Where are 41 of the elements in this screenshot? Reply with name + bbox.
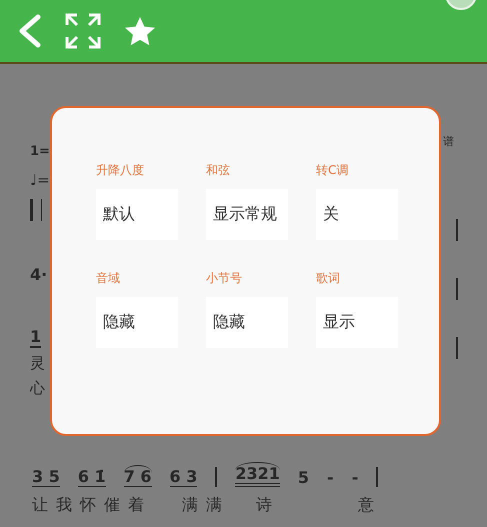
score-note: 1 [30, 328, 42, 348]
score-note: 6 3 [170, 468, 198, 487]
lyric-text: 我 [56, 495, 72, 516]
score-note: - [352, 469, 358, 487]
bar-line [376, 467, 378, 487]
bar-line [215, 467, 218, 487]
setting-selector[interactable]: 关 [316, 189, 398, 240]
lyric-text: 满 [206, 495, 222, 516]
setting-label: 升降八度 [96, 162, 145, 179]
score-note: 2321 [235, 462, 280, 487]
score-text: 谱 [443, 134, 454, 149]
setting-selector[interactable]: 默认 [96, 189, 178, 240]
star-icon[interactable] [124, 16, 156, 46]
key-signature: 1= [30, 144, 50, 159]
setting-selector[interactable]: 隐藏 [206, 297, 288, 348]
lyric-text: 着 [128, 495, 144, 516]
fullscreen-icon[interactable] [64, 12, 102, 50]
setting-label: 和弦 [206, 162, 231, 179]
setting-selector[interactable]: 显示常规 [206, 189, 288, 240]
score-note: 7 6 [124, 465, 152, 487]
lyric-text: 诗 [256, 495, 272, 516]
score-note: 3 5 [32, 468, 60, 487]
score-note: 4· [30, 265, 48, 284]
setting-label: 转C调 [316, 162, 350, 179]
tempo-mark: ♩= [30, 171, 50, 189]
lyric-text: 怀 [80, 495, 96, 516]
lyric-text: 心 [30, 379, 45, 398]
lyric-text: 催 [104, 495, 120, 516]
setting-selector[interactable]: 显示 [316, 297, 398, 348]
lyric-text: 灵 [30, 354, 45, 373]
score-note: 5 [298, 469, 310, 487]
score-note: - [327, 469, 334, 487]
lyric-text: 满 [182, 495, 198, 516]
repeat-sign-icon [30, 199, 42, 221]
setting-selector[interactable]: 隐藏 [96, 297, 178, 348]
setting-label: 音域 [96, 270, 121, 287]
setting-label: 歌词 [316, 270, 341, 287]
setting-label: 小节号 [206, 270, 243, 287]
score-note: 6 1̇ [78, 468, 106, 487]
lyric-text: 意 [358, 495, 374, 516]
lyric-text: 让 [32, 495, 48, 516]
